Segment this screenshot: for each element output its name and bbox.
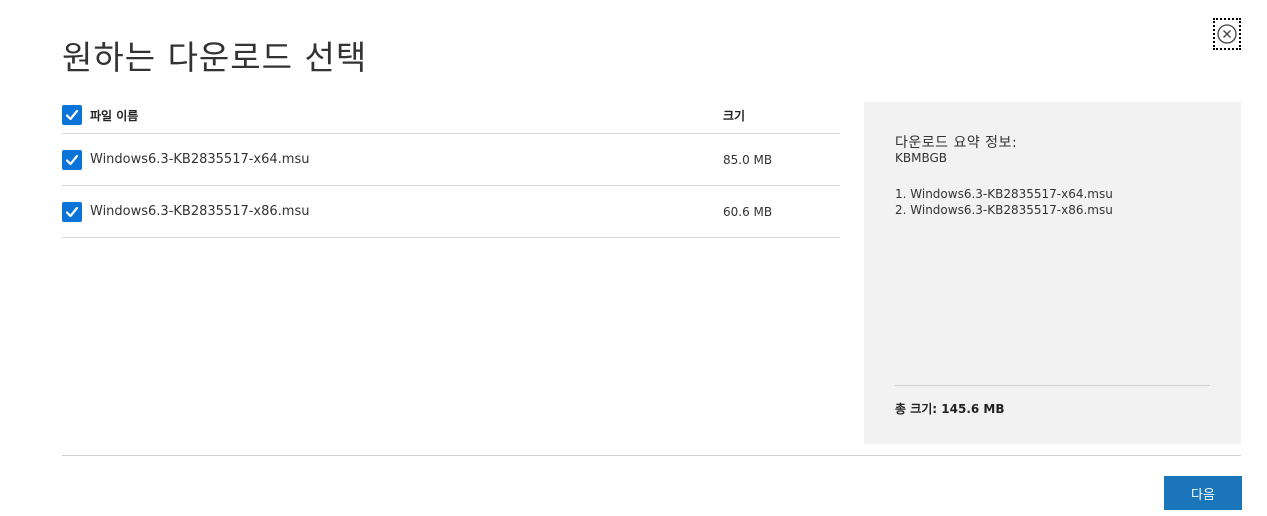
select-all-checkbox[interactable] [62,105,82,125]
download-summary-panel: 다운로드 요약 정보: KBMBGB 1. Windows6.3-KB28355… [864,102,1241,444]
column-header-size: 크기 [723,108,746,123]
checkmark-icon [65,154,79,165]
file-table: 파일 이름 크기 Windows6.3-KB2835517-x64.msu 85… [62,97,840,238]
list-item: 2. Windows6.3-KB2835517-x86.msu [895,203,1113,217]
page-title: 원하는 다운로드 선택 [62,38,368,77]
next-button[interactable]: 다음 [1164,476,1242,510]
list-item: 1. Windows6.3-KB2835517-x64.msu [895,187,1113,201]
divider [895,385,1210,386]
divider [62,455,1241,456]
table-row: Windows6.3-KB2835517-x64.msu 85.0 MB [62,134,840,186]
checkmark-icon [65,206,79,217]
download-dialog: 원하는 다운로드 선택 파일 이름 크기 Windows6.3-KB283551… [0,0,1267,516]
summary-list: 1. Windows6.3-KB2835517-x64.msu 2. Windo… [895,186,1113,218]
summary-subtitle: KBMBGB [895,151,948,165]
table-row: Windows6.3-KB2835517-x86.msu 60.6 MB [62,186,840,238]
table-header: 파일 이름 크기 [62,97,840,134]
row-checkbox[interactable] [62,201,82,222]
close-button[interactable] [1213,18,1241,50]
total-size: 총 크기: 145.6 MB [895,402,1005,416]
close-circle-icon [1217,24,1237,44]
summary-title: 다운로드 요약 정보: [895,135,1018,151]
file-size: 85.0 MB [723,152,773,167]
checkmark-icon [65,109,79,121]
row-checkbox[interactable] [62,149,82,170]
file-size: 60.6 MB [723,204,773,219]
